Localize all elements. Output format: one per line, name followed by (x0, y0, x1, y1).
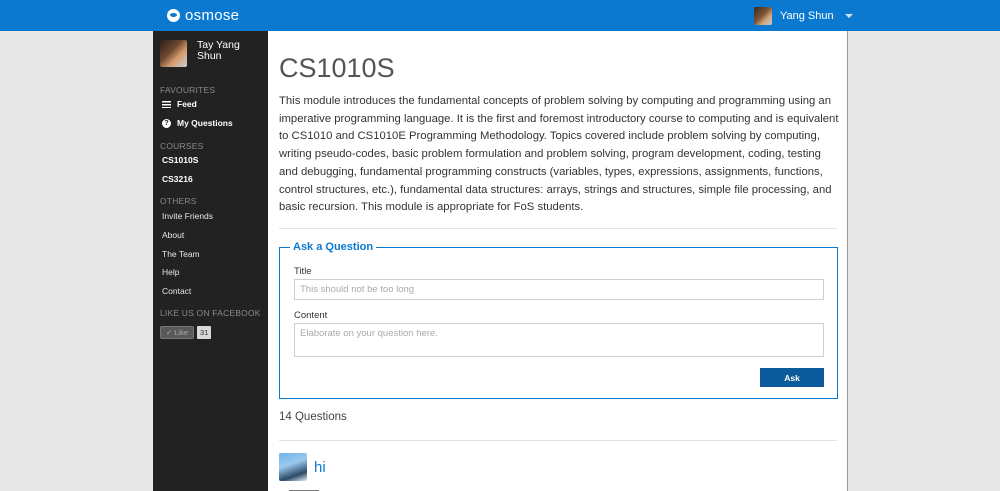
page-title: CS1010S (279, 53, 395, 83)
question-meta-peek (289, 486, 329, 491)
user-menu[interactable]: Yang Shun (754, 7, 853, 25)
profile-avatar (160, 40, 187, 67)
sidebar-item-the-team[interactable]: The Team (162, 249, 200, 259)
main-content: CS1010S This module introduces the funda… (268, 31, 848, 491)
like-count: 31 (197, 326, 212, 339)
sidebar-item-label: The Team (162, 249, 200, 259)
user-avatar (754, 7, 772, 25)
content-label: Content (294, 310, 328, 321)
divider (279, 228, 837, 229)
question-author-avatar (279, 453, 307, 481)
chevron-down-icon (844, 14, 853, 18)
sidebar-item-about[interactable]: About (162, 230, 184, 240)
facebook-like-widget: ✓ Like 31 (160, 326, 212, 339)
sidebar-item-help[interactable]: Help (162, 267, 179, 277)
others-heading: OTHERS (160, 196, 197, 206)
ask-question-legend: Ask a Question (290, 241, 377, 253)
check-icon: ✓ (165, 328, 173, 337)
like-label: Like (174, 328, 189, 337)
sidebar-item-feed[interactable]: Feed (162, 99, 197, 109)
list-icon (162, 100, 171, 108)
question-title-input[interactable] (294, 279, 824, 300)
sidebar-item-cs1010s[interactable]: CS1010S (162, 155, 198, 165)
sidebar-item-label: Feed (177, 99, 197, 109)
sidebar-item-label: Invite Friends (162, 211, 214, 221)
profile-name: Tay Yang Shun (197, 39, 240, 62)
sidebar-item-cs3216[interactable]: CS3216 (162, 174, 193, 184)
courses-heading: COURSES (160, 141, 204, 151)
question-title-link[interactable]: hi (314, 459, 326, 476)
sidebar-profile[interactable]: Tay Yang Shun (160, 40, 257, 67)
logo-text: osmose (185, 7, 240, 24)
sidebar-item-label: About (162, 230, 185, 240)
question-icon: ? (162, 118, 171, 128)
ask-button[interactable]: Ask (760, 368, 824, 387)
sidebar-item-label: Help (162, 267, 180, 277)
sidebar: Tay Yang Shun FAVOURITES Feed ? My Quest… (153, 31, 268, 491)
osmose-logo[interactable]: osmose (167, 6, 239, 25)
sidebar-item-label: CS1010S (162, 155, 199, 165)
sidebar-item-contact[interactable]: Contact (162, 286, 191, 296)
sidebar-item-label: Contact (162, 286, 192, 296)
list-item[interactable]: hi (279, 453, 326, 481)
osmose-logo-icon (167, 9, 180, 22)
sidebar-item-invite-friends[interactable]: Invite Friends (162, 211, 213, 221)
course-description: This module introduces the fundamental c… (279, 95, 839, 214)
sidebar-item-label: CS3216 (162, 174, 193, 184)
favourites-heading: FAVOURITES (160, 85, 216, 95)
sidebar-item-my-questions[interactable]: ? My Questions (162, 118, 233, 128)
facebook-like-button[interactable]: ✓ Like (160, 326, 194, 339)
top-navigation-bar: osmose Yang Shun (0, 0, 1000, 31)
ask-question-form: Ask a Question Title Content Ask (279, 241, 838, 399)
question-content-input[interactable] (294, 323, 824, 357)
question-count: 14 Questions (279, 411, 347, 423)
user-name: Yang Shun (780, 10, 834, 22)
sidebar-item-label: My Questions (177, 118, 233, 128)
divider (279, 440, 837, 441)
title-label: Title (294, 266, 312, 277)
facebook-heading: LIKE US ON FACEBOOK (160, 308, 261, 318)
